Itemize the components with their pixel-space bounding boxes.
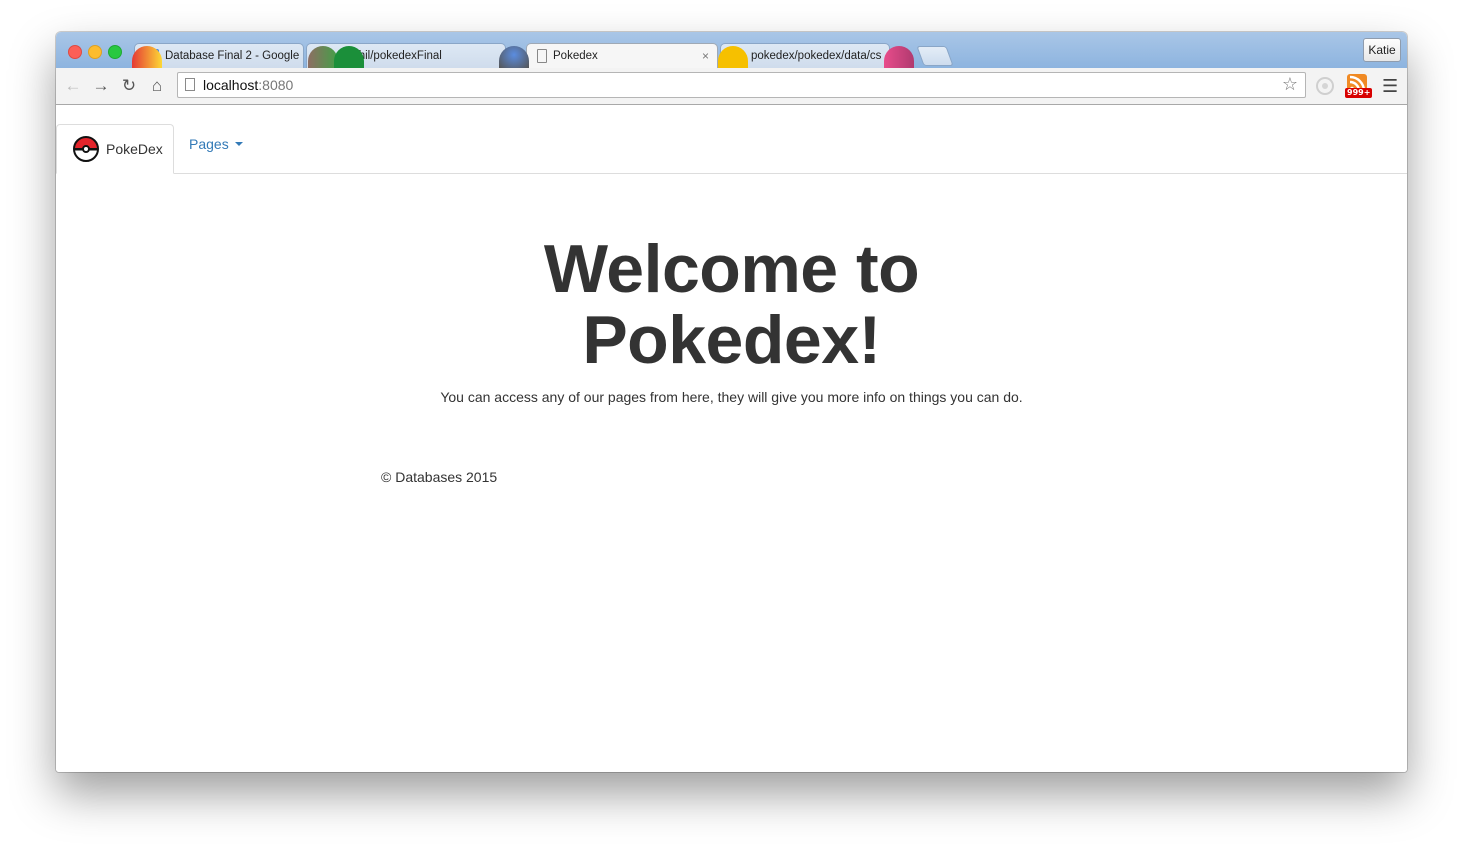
- reload-icon[interactable]: ↻: [119, 76, 139, 96]
- site-navbar: PokeDex Pages: [56, 105, 1407, 174]
- tab-pokedex[interactable]: Pokedex ×: [526, 43, 718, 68]
- profile-button[interactable]: Katie: [1363, 38, 1401, 62]
- tab-title: pokedex/pokedex/data/cs: [751, 50, 882, 62]
- heading-line-2: Pokedex!: [582, 302, 881, 378]
- tab-title: Database Final 2 - Google: [165, 50, 300, 62]
- url-host: localhost: [203, 77, 259, 93]
- browser-window: Database Final 2 - Google patchil/pokede…: [56, 32, 1407, 772]
- footer-copyright: © Databases 2015: [381, 469, 498, 485]
- page-content: PokeDex Pages Welcome to Pokedex! You ca…: [56, 105, 1407, 772]
- rss-count-badge: 999+: [1345, 88, 1373, 98]
- brand-tab[interactable]: PokeDex: [56, 124, 174, 174]
- browser-toolbar: ← → ↻ ⌂ localhost:8080 ☆ 999+ ☰: [56, 68, 1407, 105]
- title-bar: Database Final 2 - Google patchil/pokede…: [56, 32, 1407, 69]
- pages-dropdown[interactable]: Pages: [189, 136, 243, 152]
- pages-label: Pages: [189, 136, 229, 152]
- tab-pokedexfinal[interactable]: patchil/pokedexFinal: [306, 43, 506, 68]
- github-icon: [731, 49, 745, 63]
- page-icon: [185, 78, 195, 91]
- zoom-window-button[interactable]: [108, 45, 122, 59]
- url-text[interactable]: localhost:8080: [203, 77, 293, 93]
- pokeball-icon: [73, 136, 99, 162]
- forward-arrow-icon[interactable]: →: [91, 76, 111, 96]
- close-tab-icon[interactable]: ×: [702, 49, 709, 63]
- hamburger-menu-icon[interactable]: ☰: [1382, 77, 1398, 95]
- page-icon: [537, 49, 547, 63]
- lead-paragraph: You can access any of our pages from her…: [440, 389, 1023, 405]
- caret-down-icon: [234, 142, 243, 146]
- heading-line-1: Welcome to: [543, 231, 920, 307]
- address-bar[interactable]: localhost:8080 ☆: [177, 72, 1306, 98]
- tab-title: patchil/pokedexFinal: [337, 50, 442, 62]
- back-arrow-icon[interactable]: ←: [63, 76, 83, 96]
- url-port: :8080: [258, 77, 294, 93]
- tab-database-final[interactable]: Database Final 2 - Google: [134, 43, 304, 68]
- new-tab-button[interactable]: [916, 46, 954, 66]
- bookmark-star-icon[interactable]: ☆: [1282, 74, 1298, 95]
- brand-label: PokeDex: [106, 141, 163, 157]
- close-window-button[interactable]: [68, 45, 82, 59]
- tab-title: Pokedex: [553, 50, 598, 62]
- welcome-heading: Welcome to Pokedex!: [56, 234, 1407, 376]
- minimize-window-button[interactable]: [88, 45, 102, 59]
- github-icon: [317, 49, 331, 63]
- google-docs-icon: [145, 49, 159, 63]
- tab-pokedex-data[interactable]: pokedex/pokedex/data/cs: [720, 43, 890, 68]
- extension-icon[interactable]: [1316, 77, 1334, 95]
- home-icon[interactable]: ⌂: [147, 76, 167, 96]
